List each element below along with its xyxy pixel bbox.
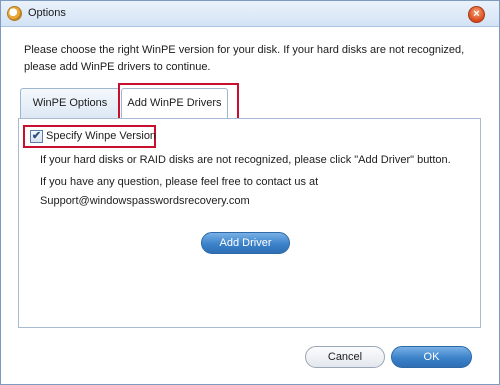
app-icon [7, 6, 22, 21]
close-button[interactable]: × [468, 6, 485, 23]
options-dialog: Options × Please choose the right WinPE … [0, 0, 500, 385]
add-driver-button[interactable]: Add Driver [201, 232, 290, 254]
specify-winpe-version-label[interactable]: Specify Winpe Version [46, 130, 156, 142]
ok-button[interactable]: OK [391, 346, 472, 368]
support-email[interactable]: Support@windowspasswordsrecovery.com [40, 195, 250, 207]
tab-winpe-options[interactable]: WinPE Options [20, 88, 120, 118]
specify-winpe-version-checkbox[interactable]: ✔ [30, 130, 43, 143]
tab-highlight-frame [118, 83, 239, 123]
contact-info-text: If you have any question, please feel fr… [40, 176, 319, 188]
window-title: Options [28, 7, 66, 19]
cancel-button[interactable]: Cancel [305, 346, 385, 368]
instruction-text: Please choose the right WinPE version fo… [24, 44, 465, 73]
raid-info-text: If your hard disks or RAID disks are not… [40, 154, 451, 166]
title-bar[interactable]: Options × [1, 1, 499, 27]
tab-content-panel [18, 118, 481, 328]
